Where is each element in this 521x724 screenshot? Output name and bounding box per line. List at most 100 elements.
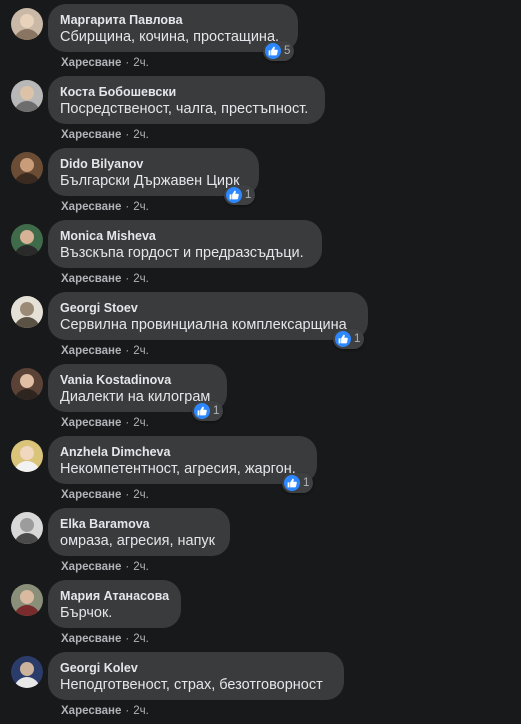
comment-text: Бърчок. — [60, 605, 113, 621]
comment-author[interactable]: Elka Baramova — [60, 517, 150, 531]
separator-dot: · — [125, 57, 130, 69]
comment-time[interactable]: 2ч. — [133, 273, 149, 285]
separator-dot: · — [125, 273, 130, 285]
comment-time[interactable]: 2ч. — [133, 561, 149, 573]
avatar[interactable] — [11, 512, 43, 544]
comment-item: Маргарита Павлова Сбирщина, кочина, прос… — [0, 4, 521, 76]
comment-item: Dido Bilyanov Български Държавен Цирк 1 … — [0, 148, 521, 220]
avatar[interactable] — [11, 152, 43, 184]
comment-time[interactable]: 2ч. — [133, 705, 149, 717]
comment-author[interactable]: Маргарита Павлова — [60, 13, 183, 27]
comment-bubble: Monica Misheva Възскъпа гордост и предра… — [48, 220, 322, 268]
avatar[interactable] — [11, 584, 43, 616]
comment-time[interactable]: 2ч. — [133, 57, 149, 69]
comment-time[interactable]: 2ч. — [133, 633, 149, 645]
comment-actions: Харесване · 2ч. — [61, 273, 149, 285]
comment-bubble: Elka Baramova омраза, агресия, напук — [48, 508, 230, 556]
reaction-count: 1 — [213, 405, 220, 417]
separator-dot: · — [125, 129, 130, 141]
reaction-count: 5 — [284, 45, 291, 57]
like-button[interactable]: Харесване — [61, 201, 121, 213]
comment-author[interactable]: Monica Misheva — [60, 229, 156, 243]
comment-actions: Харесване · 2ч. — [61, 345, 149, 357]
comment-author[interactable]: Vania Kostadinova — [60, 373, 171, 387]
comment-text: Диалекти на килограм — [60, 389, 211, 405]
comment-time[interactable]: 2ч. — [133, 129, 149, 141]
separator-dot: · — [125, 489, 130, 501]
comment-bubble: Мария Атанасова Бърчок. — [48, 580, 181, 628]
comment-text: Некомпетентност, агресия, жаргон. — [60, 461, 296, 477]
like-icon — [265, 43, 281, 59]
comment-actions: Харесване · 2ч. — [61, 561, 149, 573]
comment-item: Vania Kostadinova Диалекти на килограм 1… — [0, 364, 521, 436]
reaction-count: 1 — [354, 333, 361, 345]
avatar[interactable] — [11, 80, 43, 112]
comment-item: Monica Misheva Възскъпа гордост и предра… — [0, 220, 521, 292]
comment-text: Възскъпа гордост и предразсъдъци. — [60, 245, 304, 261]
comment-text: Сбирщина, кочина, простащина. — [60, 29, 280, 45]
reactions-badge[interactable]: 1 — [224, 185, 256, 205]
reactions-badge[interactable]: 1 — [192, 401, 224, 421]
comment-author[interactable]: Мария Атанасова — [60, 589, 169, 603]
comment-actions: Харесване · 2ч. — [61, 489, 149, 501]
comment-text: омраза, агресия, напук — [60, 533, 216, 549]
avatar[interactable] — [11, 440, 43, 472]
avatar[interactable] — [11, 296, 43, 328]
comment-item: Мария Атанасова Бърчок. Харесване · 2ч. — [0, 580, 521, 652]
comment-actions: Харесване · 2ч. — [61, 705, 149, 717]
comment-text: Сервилна провинциална комплексарщина — [60, 317, 347, 333]
comment-author[interactable]: Anzhela Dimcheva — [60, 445, 170, 459]
like-icon — [335, 331, 351, 347]
comment-time[interactable]: 2ч. — [133, 201, 149, 213]
comment-item: Anzhela Dimcheva Некомпетентност, агреси… — [0, 436, 521, 508]
comment-actions: Харесване · 2ч. — [61, 57, 149, 69]
comment-item: Коста Бобошевски Посредственост, чалга, … — [0, 76, 521, 148]
reactions-badge[interactable]: 1 — [282, 473, 314, 493]
like-button[interactable]: Харесване — [61, 273, 121, 285]
like-icon — [284, 475, 300, 491]
reactions-badge[interactable]: 5 — [263, 41, 295, 61]
separator-dot: · — [125, 705, 130, 717]
comment-item: Elka Baramova омраза, агресия, напук Хар… — [0, 508, 521, 580]
separator-dot: · — [125, 561, 130, 573]
comment-bubble: Georgi Kolev Неподготвеност, страх, безо… — [48, 652, 344, 700]
comment-time[interactable]: 2ч. — [133, 345, 149, 357]
like-button[interactable]: Харесване — [61, 129, 121, 141]
comment-item: Georgi Kolev Неподготвеност, страх, безо… — [0, 652, 521, 724]
comment-author[interactable]: Georgi Kolev — [60, 661, 138, 675]
separator-dot: · — [125, 345, 130, 357]
avatar[interactable] — [11, 656, 43, 688]
comment-author[interactable]: Dido Bilyanov — [60, 157, 143, 171]
comment-text: Неподготвеност, страх, безотговорност — [60, 677, 323, 693]
comment-actions: Харесване · 2ч. — [61, 633, 149, 645]
comment-time[interactable]: 2ч. — [133, 417, 149, 429]
like-icon — [226, 187, 242, 203]
separator-dot: · — [125, 417, 130, 429]
like-button[interactable]: Харесване — [61, 345, 121, 357]
comment-author[interactable]: Georgi Stoev — [60, 301, 138, 315]
comment-bubble: Маргарита Павлова Сбирщина, кочина, прос… — [48, 4, 298, 52]
reaction-count: 1 — [245, 189, 252, 201]
like-button[interactable]: Харесване — [61, 57, 121, 69]
avatar[interactable] — [11, 8, 43, 40]
like-button[interactable]: Харесване — [61, 705, 121, 717]
like-button[interactable]: Харесване — [61, 489, 121, 501]
comment-actions: Харесване · 2ч. — [61, 417, 149, 429]
comment-actions: Харесване · 2ч. — [61, 201, 149, 213]
separator-dot: · — [125, 633, 130, 645]
like-button[interactable]: Харесване — [61, 561, 121, 573]
like-icon — [194, 403, 210, 419]
reactions-badge[interactable]: 1 — [333, 329, 365, 349]
comment-text: Български Държавен Цирк — [60, 173, 240, 189]
avatar[interactable] — [11, 224, 43, 256]
comment-bubble: Georgi Stoev Сервилна провинциална компл… — [48, 292, 368, 340]
like-button[interactable]: Харесване — [61, 633, 121, 645]
avatar[interactable] — [11, 368, 43, 400]
comment-time[interactable]: 2ч. — [133, 489, 149, 501]
like-button[interactable]: Харесване — [61, 417, 121, 429]
comment-bubble: Anzhela Dimcheva Некомпетентност, агреси… — [48, 436, 317, 484]
separator-dot: · — [125, 201, 130, 213]
comment-bubble: Коста Бобошевски Посредственост, чалга, … — [48, 76, 325, 124]
comment-author[interactable]: Коста Бобошевски — [60, 85, 176, 99]
reaction-count: 1 — [303, 477, 310, 489]
